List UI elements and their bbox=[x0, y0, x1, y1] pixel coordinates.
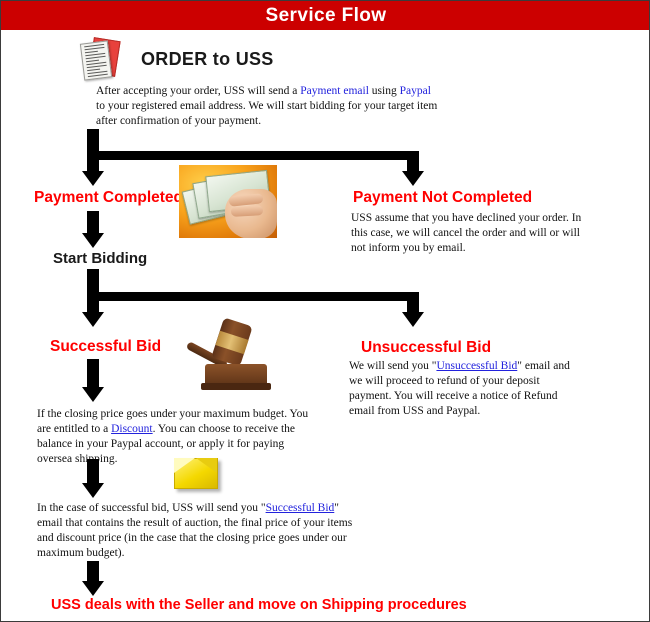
payment-not-completed-heading: Payment Not Completed bbox=[353, 189, 533, 206]
unsuccessful-bid-body: We will send you "Unsuccessful Bid" emai… bbox=[349, 359, 581, 419]
doc-line bbox=[86, 64, 107, 69]
gavel-base bbox=[201, 383, 271, 390]
flow-connector-stem bbox=[87, 269, 99, 293]
hand-holding-money-image bbox=[179, 165, 277, 238]
flow-connector-stem bbox=[87, 459, 99, 485]
payment-email-link[interactable]: Payment email bbox=[300, 85, 369, 97]
doc-line bbox=[84, 46, 105, 51]
successful-bid-heading: Successful Bid bbox=[50, 338, 162, 355]
unsuccessful-bid-heading: Unsuccessful Bid bbox=[361, 339, 492, 356]
page-title: Service Flow bbox=[265, 5, 387, 26]
envelope-icon bbox=[174, 456, 222, 492]
arrow-to-final-step bbox=[82, 581, 104, 596]
order-heading: ORDER to USS bbox=[141, 49, 274, 69]
successful-bid-email-link[interactable]: Successful Bid bbox=[266, 502, 335, 514]
document-front-sheet bbox=[79, 40, 113, 81]
final-step-heading: USS deals with the Seller and move on Sh… bbox=[51, 597, 467, 613]
arrow-to-start-bidding bbox=[82, 233, 104, 248]
order-text-part: using bbox=[368, 85, 400, 97]
arrow-to-discount-text bbox=[82, 387, 104, 402]
envelope-flap-left bbox=[174, 458, 195, 473]
paypal-link[interactable]: Paypal bbox=[400, 85, 431, 97]
flow-connector-stem bbox=[87, 211, 99, 235]
flow-connector-stem bbox=[87, 561, 99, 583]
finger-shape bbox=[230, 205, 264, 217]
service-flow-diagram: Service Flow ORDER to USS After acceptin… bbox=[0, 0, 650, 622]
flow-connector-right-drop bbox=[407, 151, 419, 173]
order-body-text: After accepting your order, USS will sen… bbox=[96, 84, 441, 129]
flow-connector-left-drop bbox=[87, 292, 99, 314]
unsuccessful-text-part: We will send you " bbox=[349, 360, 437, 372]
envelope-flap-right bbox=[196, 458, 217, 473]
order-documents-icon bbox=[79, 37, 121, 81]
arrow-to-payment-not-completed bbox=[402, 171, 424, 186]
arrow-to-unsuccessful-bid bbox=[402, 312, 424, 327]
flow-connector-left-drop bbox=[87, 151, 99, 173]
flow-connector-horizontal bbox=[87, 151, 419, 160]
order-text-part: to your registered email address. We wil… bbox=[96, 100, 438, 127]
start-bidding-heading: Start Bidding bbox=[53, 250, 148, 267]
order-text-part: After accepting your order, USS will sen… bbox=[96, 85, 301, 97]
arrow-to-successful-bid bbox=[82, 312, 104, 327]
payment-completed-heading: Payment Completed bbox=[34, 189, 184, 206]
discount-link[interactable]: Discount bbox=[111, 423, 153, 435]
payment-not-completed-body: USS assume that you have declined your o… bbox=[351, 212, 582, 254]
success-email-text-part: In the case of successful bid, USS will … bbox=[37, 502, 266, 514]
unsuccessful-bid-email-link[interactable]: Unsuccessful Bid bbox=[436, 360, 517, 372]
flow-connector-stem bbox=[87, 129, 99, 153]
flow-connector-horizontal bbox=[87, 292, 419, 301]
flow-connector-right-drop bbox=[407, 292, 419, 314]
flow-connector-stem bbox=[87, 359, 99, 389]
doc-line bbox=[87, 73, 108, 78]
success-email-body: In the case of successful bid, USS will … bbox=[37, 501, 357, 561]
arrow-to-success-email-text bbox=[82, 483, 104, 498]
auction-gavel-image bbox=[181, 317, 279, 395]
title-bar: Service Flow bbox=[1, 1, 649, 30]
arrow-to-payment-completed bbox=[82, 171, 104, 186]
doc-line bbox=[85, 55, 106, 60]
